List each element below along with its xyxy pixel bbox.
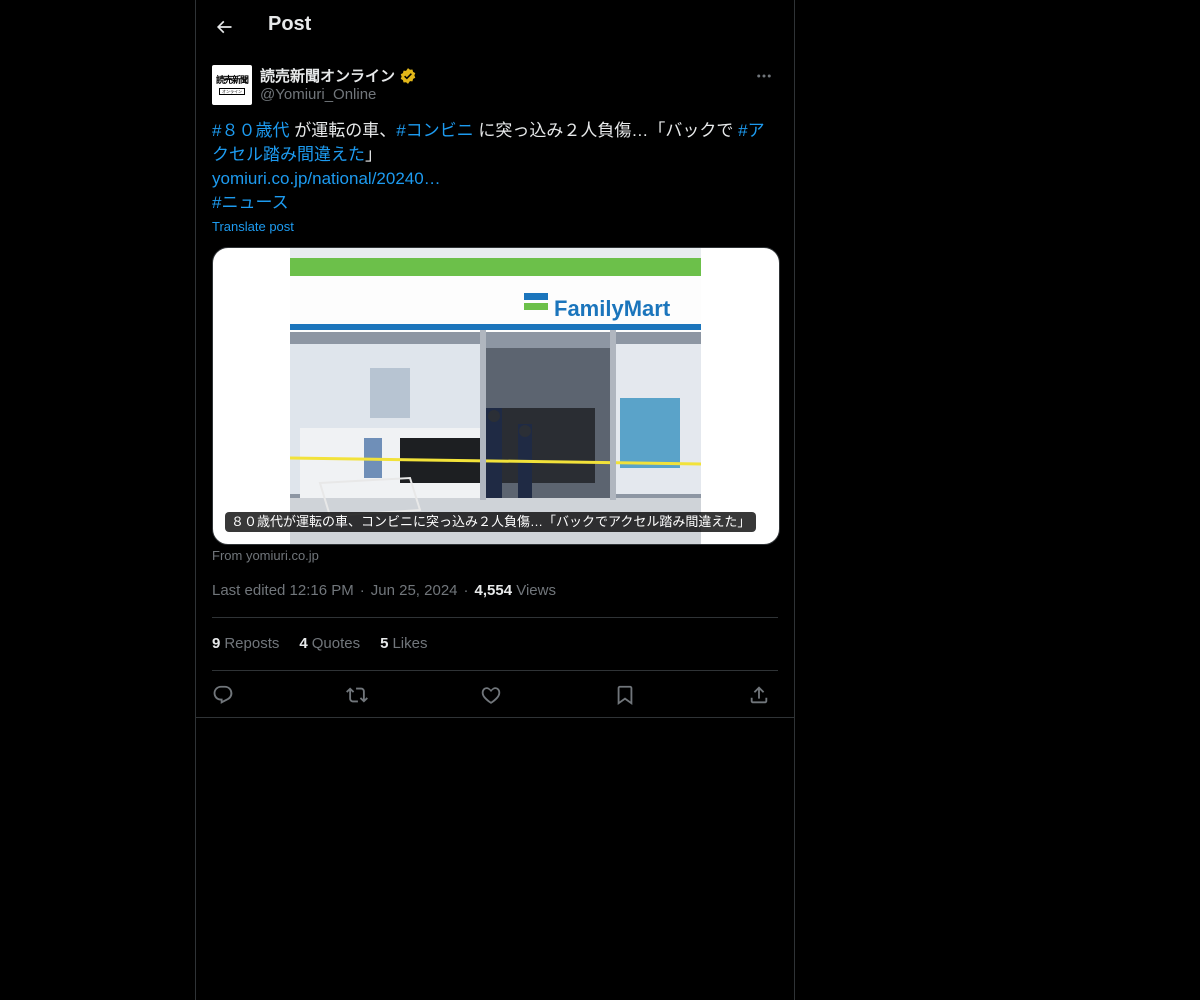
link-card[interactable]: FamilyMart ８０歳代が運転の車、コンビニに突っ込み２人負傷…「バックで… [212, 247, 780, 545]
page-title: Post [268, 13, 312, 35]
action-bar [212, 682, 778, 708]
article-link[interactable]: yomiuri.co.jp/national/20240… [212, 169, 441, 188]
bookmark-icon [617, 685, 633, 706]
post-text: #８０歳代 が運転の車、#コンビニ に突っ込み２人負傷…「バックで #アクセル踏… [212, 119, 778, 215]
quotes-stat[interactable]: 4 Quotes [299, 635, 360, 652]
card-source[interactable]: From yomiuri.co.jp [212, 548, 319, 563]
quotes-count: 4 [299, 635, 308, 652]
meta-separator: · [463, 582, 469, 599]
likes-label: Likes [392, 635, 428, 652]
share-icon [750, 686, 768, 704]
more-button[interactable] [750, 64, 778, 88]
author-name-row[interactable]: 読売新聞オンライン [260, 65, 417, 86]
author-handle[interactable]: @Yomiuri_Online [260, 86, 376, 103]
divider [196, 717, 794, 718]
avatar[interactable]: 読売新聞 オンライン [212, 65, 252, 105]
hashtag-news[interactable]: #ニュース [212, 193, 289, 212]
card-image: FamilyMart [290, 248, 701, 544]
meta-separator: · [359, 582, 365, 599]
bookmark-button[interactable] [612, 682, 638, 708]
reposts-label: Reposts [224, 635, 280, 652]
like-button[interactable] [478, 682, 504, 708]
reposts-count: 9 [212, 635, 221, 652]
likes-count: 5 [380, 635, 389, 652]
translate-post-link[interactable]: Translate post [212, 219, 294, 234]
back-button[interactable] [208, 11, 240, 43]
quotes-label: Quotes [311, 635, 361, 652]
avatar-logo-subtext: オンライン [219, 87, 245, 95]
author-name[interactable]: 読売新聞オンライン [260, 65, 395, 86]
repost-button[interactable] [344, 682, 370, 708]
repost-icon [346, 687, 368, 703]
hashtag-80s[interactable]: #８０歳代 [212, 121, 289, 140]
post-text-part: が運転の車、 [289, 121, 397, 140]
verified-badge-icon [400, 67, 416, 84]
author-block: 読売新聞 オンライン 読売新聞オンライン @Yomiuri_Online [212, 64, 778, 108]
like-icon [481, 687, 501, 704]
post-date[interactable]: Jun 25, 2024 [371, 582, 458, 599]
header: Post [196, 0, 794, 54]
arrow-left-icon [216, 20, 232, 34]
reply-icon [213, 685, 233, 704]
share-button[interactable] [746, 682, 772, 708]
reply-button[interactable] [210, 682, 236, 708]
avatar-logo-text: 読売新聞 [215, 75, 249, 86]
post-meta: Last edited 12:16 PM · Jun 25, 2024 · 4,554 … [212, 582, 556, 599]
edited-time[interactable]: Last edited 12:16 PM [212, 582, 354, 599]
divider [212, 617, 778, 618]
post-text-part: に突っ込み２人負傷…「バックで [473, 121, 739, 140]
card-photo-illustration: FamilyMart [290, 248, 701, 544]
views-label: Views [516, 582, 556, 599]
post-stats: 9 Reposts 4 Quotes 5 Likes [212, 635, 427, 652]
hashtag-convenience-store[interactable]: #コンビニ [396, 121, 473, 140]
post-text-part: 」 [365, 145, 382, 164]
views-count: 4,554 [474, 582, 513, 599]
likes-stat[interactable]: 5 Likes [380, 635, 427, 652]
card-caption: ８０歳代が運転の車、コンビニに突っ込み２人負傷…「バックでアクセル踏み間違えた」 [225, 512, 757, 532]
reposts-stat[interactable]: 9 Reposts [212, 635, 279, 652]
more-icon [757, 74, 771, 78]
store-sign-text: FamilyMart [554, 296, 671, 321]
post-column: Post 読売新聞 オンライン 読売新聞オンライン @Yomiuri_Onlin… [195, 0, 795, 1000]
divider [212, 670, 778, 671]
